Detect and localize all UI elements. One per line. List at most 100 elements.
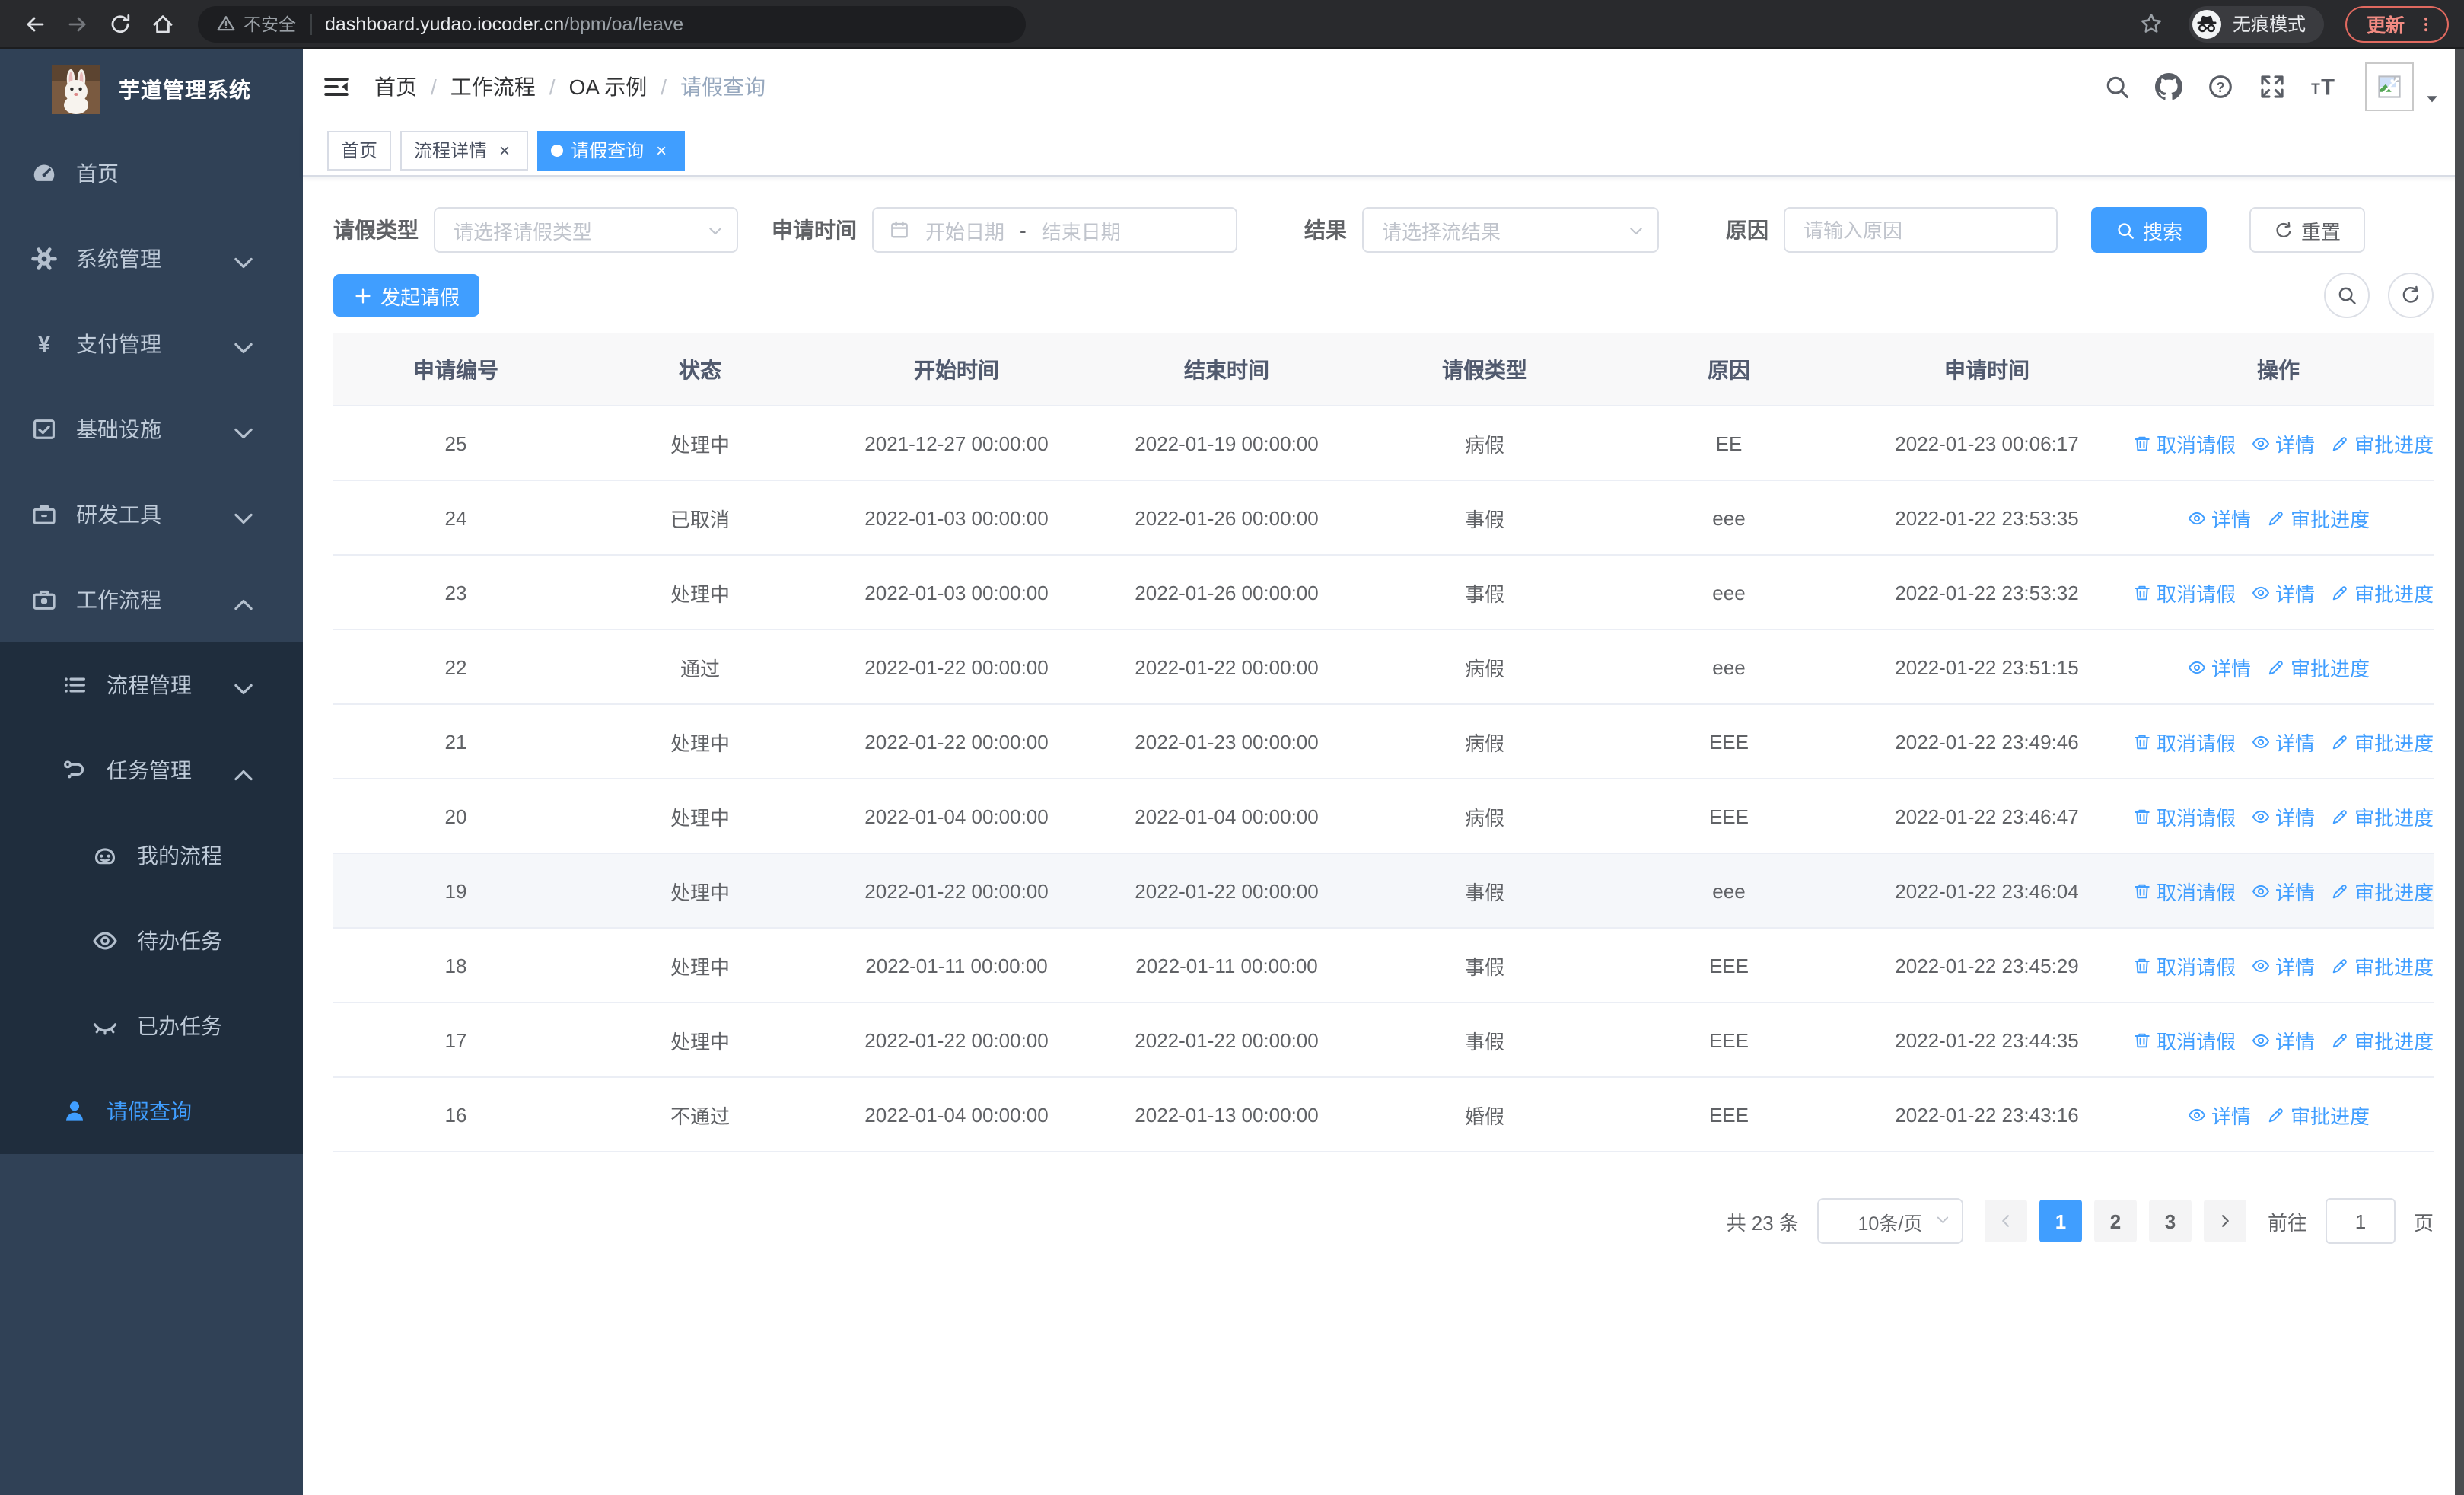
- bookmark-star-icon[interactable]: [2134, 5, 2170, 42]
- close-tab-icon[interactable]: ×: [495, 141, 514, 159]
- table-toolbar: 发起请假: [333, 273, 2434, 318]
- fullscreen-icon[interactable]: [2259, 73, 2286, 100]
- security-chip[interactable]: 不安全: [216, 11, 296, 36]
- sidebar-item-my-process[interactable]: 我的流程: [0, 813, 303, 898]
- sidebar-item-leave-query[interactable]: 请假查询: [0, 1069, 303, 1154]
- leave-type-select[interactable]: 请选择请假类型: [434, 207, 738, 253]
- approval-progress-button[interactable]: 审批进度: [2330, 429, 2434, 457]
- header-search-icon[interactable]: [2103, 73, 2131, 100]
- font-size-icon[interactable]: TT: [2310, 73, 2338, 100]
- approval-progress-button[interactable]: 审批进度: [2330, 802, 2434, 830]
- row-reason: EEE: [1607, 779, 1851, 854]
- sidebar-item-label: 任务管理: [107, 758, 192, 783]
- result-select[interactable]: 请选择流结果: [1362, 207, 1659, 253]
- approval-progress-button[interactable]: 审批进度: [2330, 1025, 2434, 1054]
- approval-progress-button[interactable]: 审批进度: [2330, 578, 2434, 607]
- sidebar-item-devtools[interactable]: 研发工具: [0, 472, 303, 557]
- browser-scrollbar[interactable]: [2455, 49, 2464, 1495]
- tab-请假查询[interactable]: 请假查询 ×: [537, 130, 686, 170]
- row-apply-time: 2022-01-22 23:53:32: [1851, 555, 2123, 630]
- sidebar-item-done-task[interactable]: 已办任务: [0, 983, 303, 1069]
- detail-button[interactable]: 详情: [2251, 578, 2315, 607]
- browser-forward-button[interactable]: [58, 4, 97, 43]
- cancel-leave-button[interactable]: 取消请假: [2132, 876, 2236, 905]
- page-button-1[interactable]: 1: [2039, 1200, 2082, 1242]
- cancel-leave-button[interactable]: 取消请假: [2132, 578, 2236, 607]
- user-menu[interactable]: [2365, 62, 2440, 111]
- approval-progress-button[interactable]: 审批进度: [2266, 503, 2370, 532]
- browser-home-button[interactable]: [143, 4, 183, 43]
- page-button-3[interactable]: 3: [2148, 1200, 2192, 1242]
- result-label: 结果: [1304, 218, 1347, 242]
- sidebar-item-infra[interactable]: 基础设施: [0, 387, 303, 472]
- reset-button[interactable]: 重置: [2249, 207, 2366, 253]
- goto-page-input[interactable]: [2325, 1198, 2396, 1244]
- detail-button[interactable]: 详情: [2251, 951, 2315, 980]
- reason-input[interactable]: [1784, 207, 2058, 253]
- tab-流程详情[interactable]: 流程详情 ×: [400, 130, 529, 170]
- prev-page-button[interactable]: [1984, 1200, 2027, 1242]
- detail-button[interactable]: 详情: [2251, 1025, 2315, 1054]
- approval-progress-button[interactable]: 审批进度: [2266, 652, 2370, 681]
- sidebar-item-workflow[interactable]: 工作流程: [0, 557, 303, 642]
- page-button-2[interactable]: 2: [2093, 1200, 2137, 1242]
- sidebar-item-process-mgmt[interactable]: 流程管理: [0, 642, 303, 728]
- detail-button[interactable]: 详情: [2251, 876, 2315, 905]
- browser-update-button[interactable]: 更新: [2345, 5, 2449, 42]
- cancel-leave-button[interactable]: 取消请假: [2132, 727, 2236, 756]
- approval-progress-button[interactable]: 审批进度: [2330, 951, 2434, 980]
- sidebar-item-label: 支付管理: [76, 332, 161, 356]
- sidebar-item-payment[interactable]: ¥ 支付管理: [0, 301, 303, 387]
- approval-progress-button[interactable]: 审批进度: [2330, 727, 2434, 756]
- breadcrumb-item[interactable]: 工作流程: [450, 72, 536, 102]
- breadcrumb-item[interactable]: OA 示例: [569, 72, 648, 102]
- dots-vertical-icon[interactable]: [2417, 14, 2435, 33]
- sidebar-item-system[interactable]: 系统管理: [0, 216, 303, 301]
- cancel-leave-button[interactable]: 取消请假: [2132, 429, 2236, 457]
- detail-button[interactable]: 详情: [2251, 802, 2315, 830]
- search-button[interactable]: 搜索: [2091, 207, 2208, 253]
- page-size-select[interactable]: 10条/页: [1816, 1198, 1963, 1244]
- detail-button[interactable]: 详情: [2251, 429, 2315, 457]
- cancel-leave-button[interactable]: 取消请假: [2132, 951, 2236, 980]
- row-start-time: 2021-12-27 00:00:00: [822, 406, 1091, 481]
- navbar-actions: ? TT: [2103, 62, 2440, 111]
- sidebar-item-home[interactable]: 首页: [0, 131, 303, 216]
- tab-首页[interactable]: 首页: [327, 130, 392, 170]
- browser-back-button[interactable]: [15, 4, 55, 43]
- eye-detail-icon: [2251, 806, 2271, 826]
- row-id: 20: [333, 779, 578, 854]
- chevron-down-icon: [1934, 1212, 1951, 1229]
- eye-detail-icon: [2251, 1030, 2271, 1050]
- chevron-down-icon: [230, 420, 257, 448]
- tab-label: 首页: [341, 140, 378, 161]
- detail-button[interactable]: 详情: [2251, 727, 2315, 756]
- sidebar-item-task-mgmt[interactable]: 任务管理: [0, 728, 303, 813]
- sidebar-fold-icon[interactable]: [321, 72, 352, 102]
- browser-reload-button[interactable]: [100, 4, 140, 43]
- close-tab-icon[interactable]: ×: [651, 141, 671, 159]
- breadcrumb-separator: /: [661, 75, 667, 99]
- next-page-button[interactable]: [2203, 1200, 2246, 1242]
- toggle-search-button[interactable]: [2324, 273, 2370, 318]
- sidebar-item-label: 基础设施: [76, 417, 161, 441]
- refresh-table-button[interactable]: [2388, 273, 2434, 318]
- help-icon[interactable]: ?: [2207, 73, 2234, 100]
- create-leave-button[interactable]: 发起请假: [333, 274, 480, 317]
- approval-progress-button[interactable]: 审批进度: [2266, 1100, 2370, 1129]
- row-start-time: 2022-01-22 00:00:00: [822, 704, 1091, 779]
- apply-time-range-picker[interactable]: 开始日期 - 结束日期: [872, 207, 1237, 253]
- github-icon[interactable]: [2155, 73, 2182, 100]
- detail-button[interactable]: 详情: [2187, 652, 2251, 681]
- detail-button[interactable]: 详情: [2187, 1100, 2251, 1129]
- reason-label: 原因: [1726, 218, 1768, 242]
- address-bar[interactable]: 不安全 dashboard.yudao.iocoder.cn/bpm/oa/le…: [198, 5, 1026, 42]
- cancel-leave-button[interactable]: 取消请假: [2132, 802, 2236, 830]
- approval-progress-button[interactable]: 审批进度: [2330, 876, 2434, 905]
- eye-detail-icon: [2251, 433, 2271, 453]
- sidebar-item-todo-task[interactable]: 待办任务: [0, 898, 303, 983]
- breadcrumb-item[interactable]: 首页: [374, 72, 417, 102]
- avatar[interactable]: [2365, 62, 2414, 111]
- detail-button[interactable]: 详情: [2187, 503, 2251, 532]
- cancel-leave-button[interactable]: 取消请假: [2132, 1025, 2236, 1054]
